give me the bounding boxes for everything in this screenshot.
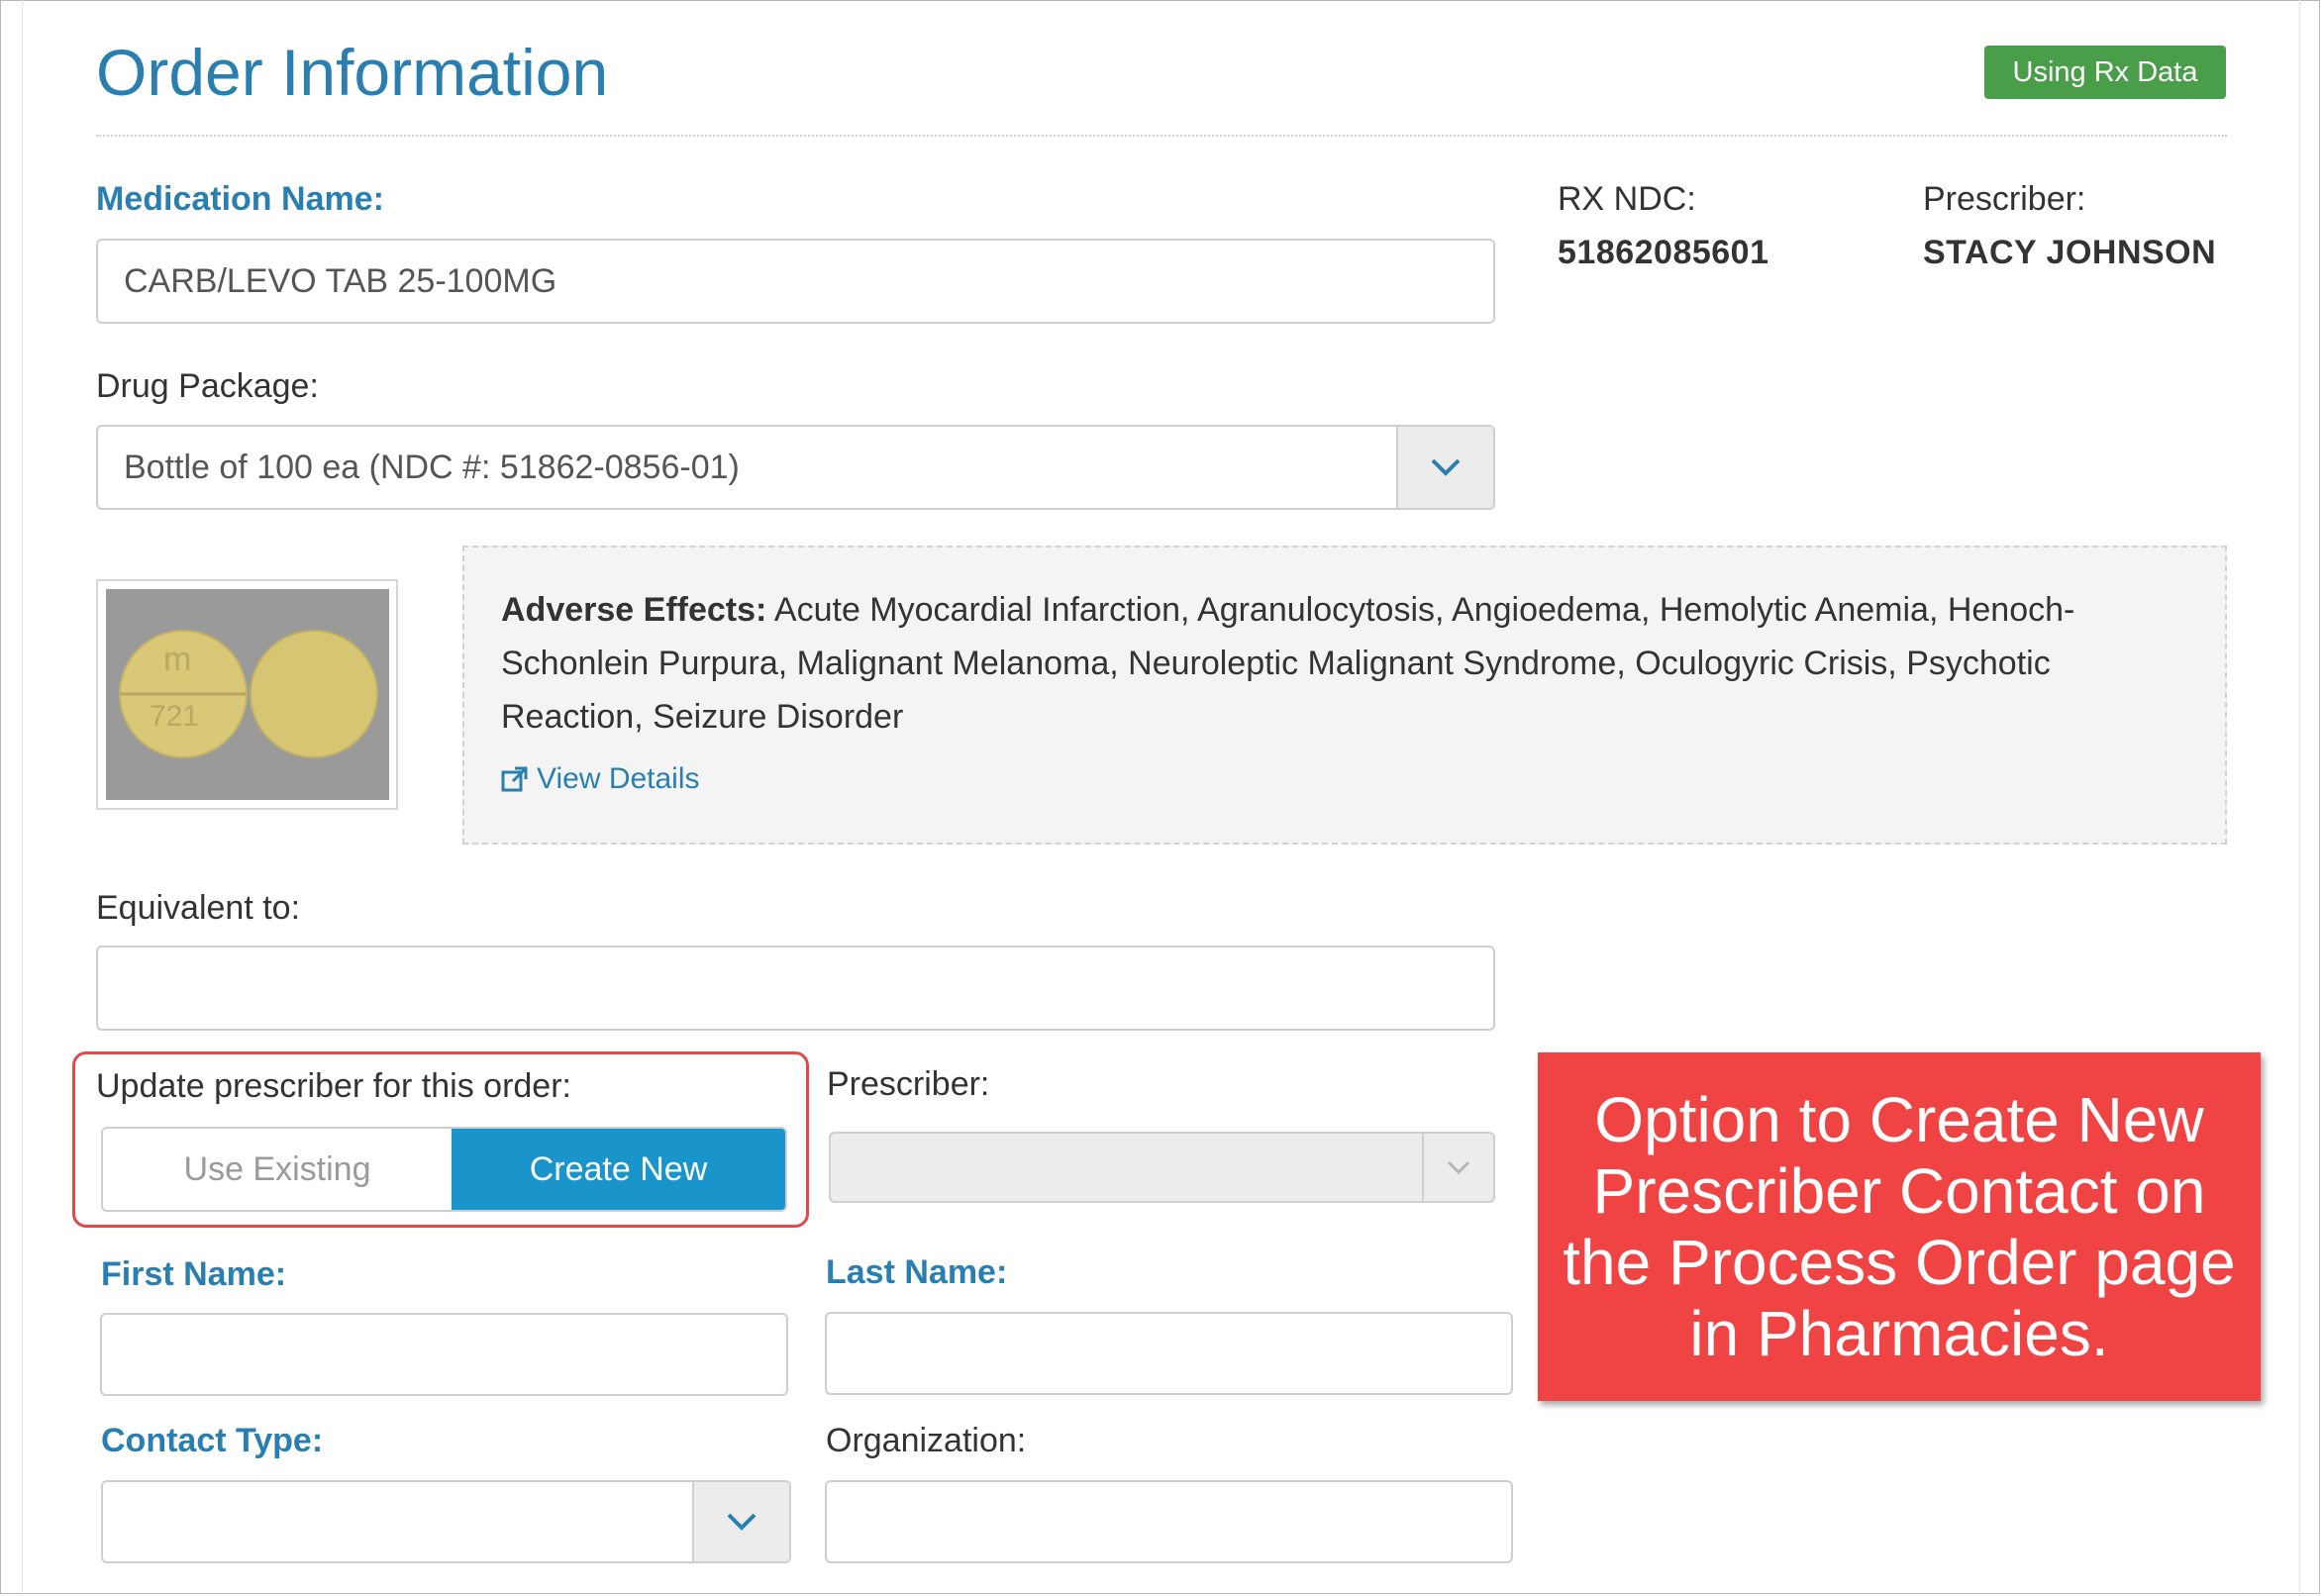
annotation-callout-text: Option to Create New Prescriber Contact … <box>1563 1084 2236 1369</box>
adverse-effects-label: Adverse Effects: <box>501 591 767 629</box>
rx-ndc-label: RX NDC: <box>1558 180 1696 218</box>
annotation-callout: Option to Create New Prescriber Contact … <box>1538 1052 2261 1401</box>
chevron-down-icon <box>1431 458 1461 476</box>
medication-name-value: CARB/LEVO TAB 25-100MG <box>124 261 557 300</box>
using-rx-data-badge: Using Rx Data <box>1984 46 2226 99</box>
contact-type-label: Contact Type: <box>101 1422 324 1459</box>
pill-imprint-top: m <box>163 641 192 678</box>
organization-input[interactable] <box>825 1480 1513 1563</box>
create-new-button[interactable]: Create New <box>452 1129 785 1210</box>
last-name-input[interactable] <box>825 1312 1513 1395</box>
drug-package-select[interactable]: Bottle of 100 ea (NDC #: 51862-0856-01) <box>96 425 1495 510</box>
view-details-label: View Details <box>537 762 700 795</box>
rx-prescriber-value: STACY JOHNSON <box>1923 234 2217 271</box>
pill-imprint-bottom: 721 <box>150 700 200 733</box>
header-divider <box>96 135 2227 137</box>
chevron-down-icon <box>727 1513 757 1531</box>
medication-name-label: Medication Name: <box>96 180 384 218</box>
organization-label: Organization: <box>826 1422 1027 1459</box>
drug-package-dropdown-button[interactable] <box>1396 427 1493 508</box>
equivalent-to-label: Equivalent to: <box>96 889 301 927</box>
pill-image: m 721 <box>106 589 389 800</box>
rx-prescriber-label: Prescriber: <box>1923 180 2086 218</box>
update-prescriber-label: Update prescriber for this order: <box>96 1067 571 1105</box>
medication-name-input[interactable]: CARB/LEVO TAB 25-100MG <box>96 239 1495 324</box>
drug-package-value: Bottle of 100 ea (NDC #: 51862-0856-01) <box>124 448 740 486</box>
last-name-label: Last Name: <box>826 1253 1008 1291</box>
page-title: Order Information <box>96 36 609 109</box>
use-existing-button[interactable]: Use Existing <box>103 1129 452 1210</box>
contact-type-select[interactable] <box>101 1480 791 1563</box>
first-name-label: First Name: <box>101 1255 287 1293</box>
contact-type-dropdown-button[interactable] <box>692 1482 789 1561</box>
prescriber-dropdown-button[interactable] <box>1422 1134 1493 1201</box>
prescriber-select-label: Prescriber: <box>827 1065 990 1103</box>
prescriber-mode-toggle: Use Existing Create New <box>101 1127 787 1212</box>
pill-tablets-icon <box>119 630 378 758</box>
external-link-icon <box>501 766 528 792</box>
view-details-link[interactable]: View Details <box>501 762 700 796</box>
prescriber-select[interactable] <box>829 1132 1495 1203</box>
first-name-input[interactable] <box>100 1313 788 1396</box>
equivalent-to-input[interactable] <box>96 946 1495 1031</box>
adverse-effects-text: Adverse Effects: Acute Myocardial Infarc… <box>501 583 2184 744</box>
drug-package-label: Drug Package: <box>96 367 319 405</box>
chevron-down-icon <box>1447 1160 1470 1175</box>
rx-ndc-value: 51862085601 <box>1558 234 1769 271</box>
right-gutter <box>2299 0 2320 1596</box>
left-gutter <box>2 0 23 1596</box>
